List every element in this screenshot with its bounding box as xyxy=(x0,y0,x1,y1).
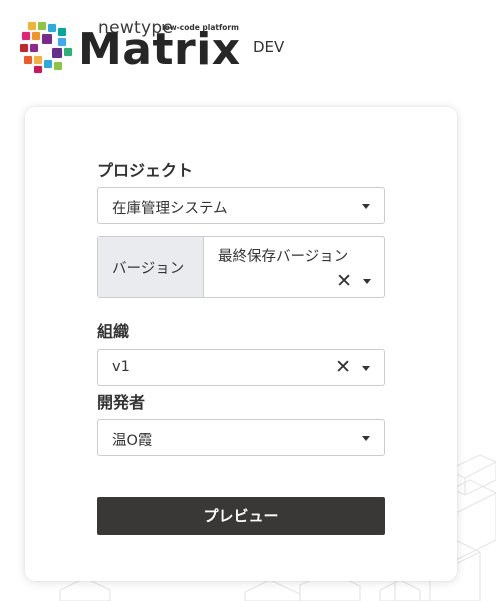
version-select[interactable]: 最終保存バージョン ✕ xyxy=(204,237,384,297)
developer-select-value: 温O霞 xyxy=(112,433,153,449)
version-select-value: 最終保存バージョン xyxy=(218,249,349,265)
close-icon[interactable]: ✕ xyxy=(336,270,352,292)
organization-select[interactable]: v1 ✕ xyxy=(97,349,385,386)
app-logo: newtype low-code platform Matrix DEV xyxy=(20,16,300,76)
version-addon: バージョン xyxy=(98,237,204,297)
version-addon-label: バージョン xyxy=(112,261,185,277)
preview-button[interactable]: プレビュー xyxy=(97,497,385,535)
brand-name: Matrix xyxy=(78,24,241,75)
project-select-value: 在庫管理システム xyxy=(112,201,228,217)
close-icon[interactable]: ✕ xyxy=(335,356,351,378)
environment-label: DEV xyxy=(253,38,285,56)
organization-select-value: v1 xyxy=(112,359,130,375)
login-card: プロジェクト 在庫管理システム バージョン 最終保存バージョン ✕ 組織 v1 … xyxy=(25,107,457,581)
chevron-down-icon[interactable] xyxy=(362,366,370,371)
chevron-down-icon[interactable] xyxy=(362,436,370,441)
matrix-logo-icon xyxy=(20,22,72,73)
developer-select[interactable]: 温O霞 xyxy=(97,419,385,456)
chevron-down-icon[interactable] xyxy=(362,204,370,209)
version-field: バージョン 最終保存バージョン ✕ xyxy=(97,236,385,298)
developer-label: 開発者 xyxy=(97,393,146,412)
project-select[interactable]: 在庫管理システム xyxy=(97,187,385,224)
project-label: プロジェクト xyxy=(97,161,194,180)
chevron-down-icon[interactable] xyxy=(363,279,371,284)
organization-label: 組織 xyxy=(97,322,130,341)
